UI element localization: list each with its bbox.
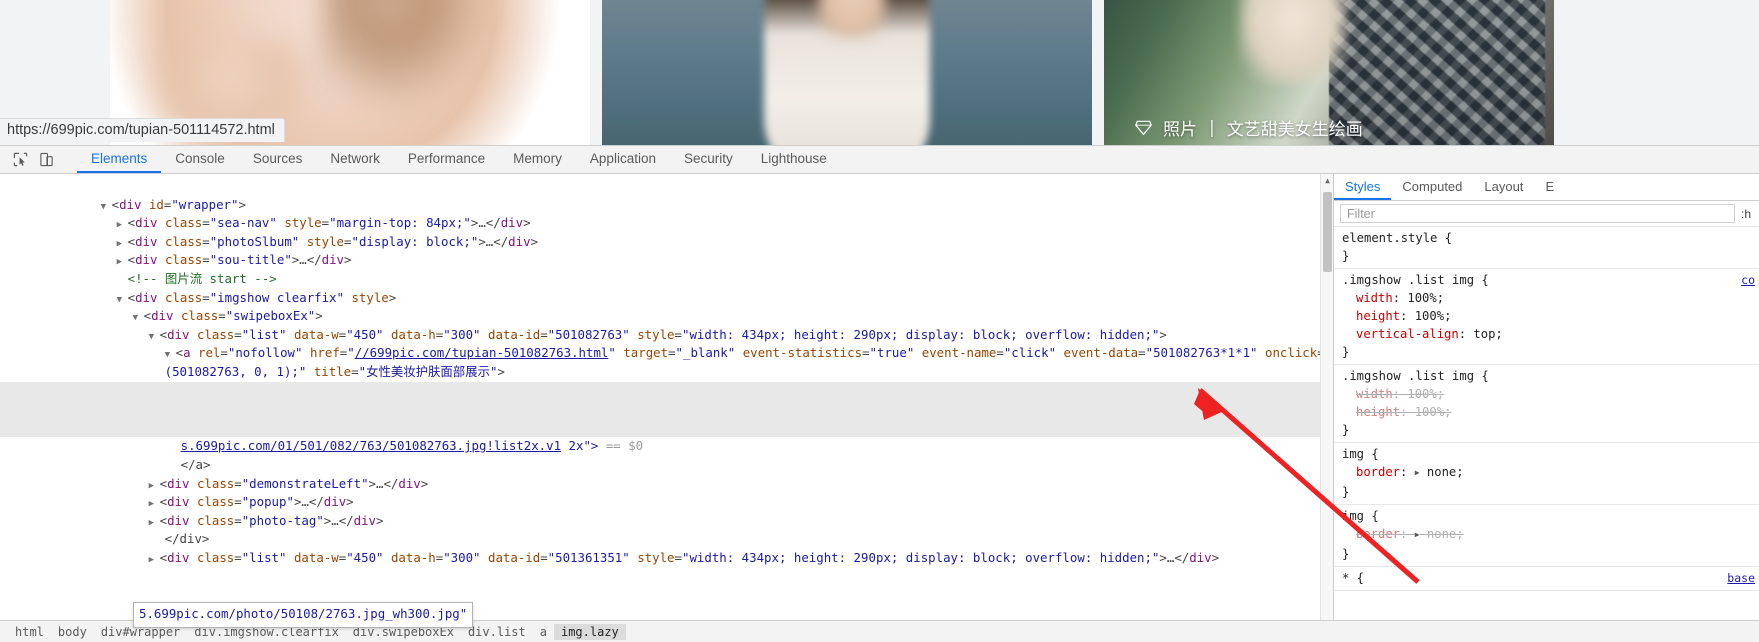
expand-shorthand-icon[interactable]: ▶ <box>1415 526 1420 544</box>
dom-line-img-selected[interactable]: •••<img alt="女性美妆护肤面部展示高清图片" title="女性美妆… <box>0 381 1333 417</box>
tab-lighthouse[interactable]: Lighthouse <box>747 146 841 173</box>
style-origin-link[interactable]: co <box>1741 271 1755 289</box>
photo-tag-separator: | <box>1209 117 1215 138</box>
tab-console[interactable]: Console <box>161 146 239 173</box>
dom-line-anchor[interactable]: <a rel="nofollow" href="//699pic.com/tup… <box>0 326 1333 360</box>
style-declaration[interactable]: height: 100%; <box>1334 307 1759 325</box>
dom-line-sou-title[interactable]: <div class="sou-title">…</div> <box>0 233 1333 267</box>
dom-line-close-div: </div> <box>164 531 210 547</box>
photo-tag-category: 文艺甜美女生绘画 <box>1226 120 1363 140</box>
style-rule-imgshow-list-img-2[interactable]: .imgshow .list img { width: 100%; height… <box>1334 365 1759 443</box>
dom-line-comment: <!-- 图片流 start --> <box>0 251 1333 286</box>
tab-memory[interactable]: Memory <box>499 146 576 173</box>
style-close-brace: } <box>1342 345 1350 359</box>
style-close-brace: } <box>1342 547 1350 561</box>
styles-filter-input[interactable]: Filter <box>1340 204 1735 223</box>
dom-line-list-2[interactable]: <div class="list" data-w="450" data-h="3… <box>0 530 1333 565</box>
dom-line-demonstrateleft[interactable]: <div class="demonstrateLeft">…</div> <box>0 456 1333 491</box>
dom-line-phototag[interactable]: <div class="photo-tag">…</div> <box>0 493 1333 528</box>
style-selector: img { <box>1342 447 1379 461</box>
breadcrumb-item-a[interactable]: a <box>533 624 554 640</box>
style-rule-universal[interactable]: * { base <box>1334 567 1759 591</box>
style-selector: .imgshow .list img { <box>1342 273 1489 287</box>
styles-filter-bar: Filter :h <box>1334 201 1759 227</box>
photo-thumbnail-3[interactable]: 照片 | 文艺甜美女生绘画 <box>1104 0 1554 145</box>
style-rule-img-2[interactable]: img { border: ▶ none; } <box>1334 505 1759 567</box>
tab-security[interactable]: Security <box>670 146 747 173</box>
dom-line-imgshow[interactable]: <div class="imgshow clearfix" style> <box>0 270 1333 305</box>
tab-application[interactable]: Application <box>576 146 670 173</box>
tab-performance[interactable]: Performance <box>394 146 499 173</box>
status-bar-url: https://699pic.com/tupian-501114572.html <box>0 118 285 142</box>
style-close-brace: } <box>1342 249 1350 263</box>
inspect-element-icon[interactable] <box>10 150 30 170</box>
devtools-toolbar: Elements Console Sources Network Perform… <box>0 146 1759 174</box>
styles-rules-list: element.style { } .imgshow .list img { c… <box>1334 227 1759 642</box>
styles-tab-strip: Styles Computed Layout E <box>1334 174 1759 201</box>
style-selector: * { <box>1342 571 1365 585</box>
style-declaration[interactable]: vertical-align: top; <box>1334 325 1759 343</box>
breadcrumb-item-body[interactable]: body <box>51 624 94 640</box>
photo-tag-overlay: 照片 | 文艺甜美女生绘画 <box>1134 115 1363 140</box>
attribute-value-tooltip: 5.699pic.com/photo/50108/2763.jpg_wh300.… <box>133 602 474 628</box>
style-declaration[interactable]: width: 100%; <box>1334 289 1759 307</box>
scrollbar-thumb[interactable] <box>1323 192 1332 272</box>
dom-line-before-pseudo[interactable]: ::before <box>0 363 1333 398</box>
tab-layout[interactable]: Layout <box>1473 174 1534 200</box>
style-close-brace: } <box>1342 485 1350 499</box>
style-declaration-overridden[interactable]: height: 100%; <box>1334 403 1759 421</box>
style-selector: img { <box>1342 509 1379 523</box>
dom-line-anchor-cont[interactable]: (501082763, 0, 1);" title="女性美妆护肤面部展示"> <box>0 344 1333 379</box>
dom-tree-scrollbar[interactable]: ▲ ▼ <box>1320 174 1333 642</box>
dom-line-img-cont-1[interactable]: 5.699pic.com/photo/50108/2763.jpg_wh300.… <box>0 400 1333 435</box>
style-selector: .imgshow .list img { <box>1342 369 1489 383</box>
tab-computed[interactable]: Computed <box>1391 174 1473 200</box>
tab-event-listeners[interactable]: E <box>1534 174 1565 200</box>
dom-line-list-1[interactable]: <div class="list" data-w="450" data-h="3… <box>0 307 1333 342</box>
style-declaration-overridden[interactable]: width: 100%; <box>1334 385 1759 403</box>
dom-line-wrapper[interactable]: <div id="wrapper"> <box>0 177 1333 212</box>
devtools-body: <div id="wrapper"> <div class="sea-nav" … <box>0 174 1759 642</box>
style-selector: element.style { <box>1342 231 1453 245</box>
device-toolbar-icon[interactable] <box>36 150 56 170</box>
tab-sources[interactable]: Sources <box>239 146 317 173</box>
dom-line-photoslbum[interactable]: <div class="photoSlbum" style="display: … <box>0 214 1333 249</box>
expand-shorthand-icon[interactable]: ▶ <box>1415 464 1420 482</box>
force-state-toggle[interactable]: :h <box>1741 207 1753 221</box>
style-origin-link[interactable]: base <box>1727 569 1755 587</box>
style-declaration[interactable]: border: ▶ none; <box>1334 463 1759 483</box>
dom-line-popup[interactable]: <div class="popup">…</div> <box>0 475 1333 509</box>
tab-styles[interactable]: Styles <box>1334 174 1392 200</box>
tab-elements[interactable]: Elements <box>77 146 162 173</box>
devtools-tab-strip: Elements Console Sources Network Perform… <box>77 146 841 173</box>
scroll-up-icon[interactable]: ▲ <box>1321 174 1333 187</box>
photo-thumbnail-2[interactable] <box>602 0 1092 145</box>
devtools-screenshot: 照片 | 文艺甜美女生绘画 https://699pic.com/tupian-… <box>0 0 1759 642</box>
photo-tag-label: 照片 <box>1163 120 1197 140</box>
dom-line-sea-nav[interactable]: <div class="sea-nav" style="margin-top: … <box>0 196 1333 230</box>
styles-pane: Styles Computed Layout E Filter :h eleme… <box>1333 174 1759 642</box>
dom-line-close-a: </a> <box>180 456 211 472</box>
style-rule-img-1[interactable]: img { border: ▶ none; } <box>1334 443 1759 505</box>
style-rule-imgshow-list-img-1[interactable]: .imgshow .list img { co width: 100%; hei… <box>1334 269 1759 365</box>
breadcrumb-item-html[interactable]: html <box>8 624 51 640</box>
devtools-panel: Elements Console Sources Network Perform… <box>0 145 1759 642</box>
breadcrumb-item-img-lazy[interactable]: img.lazy <box>553 623 626 640</box>
dom-line-img-cont-2[interactable]: s.699pic.com/01/501/082/763/501082763.jp… <box>0 418 1333 453</box>
dom-line-swipeboxex[interactable]: <div class="swipeboxEx"> <box>0 289 1333 323</box>
style-rule-element-style[interactable]: element.style { } <box>1334 227 1759 269</box>
dom-tree-pane[interactable]: <div id="wrapper"> <div class="sea-nav" … <box>0 174 1333 642</box>
diamond-icon <box>1134 119 1153 136</box>
style-declaration-overridden[interactable]: border: ▶ none; <box>1334 525 1759 545</box>
tab-network[interactable]: Network <box>316 146 394 173</box>
style-close-brace: } <box>1342 423 1350 437</box>
